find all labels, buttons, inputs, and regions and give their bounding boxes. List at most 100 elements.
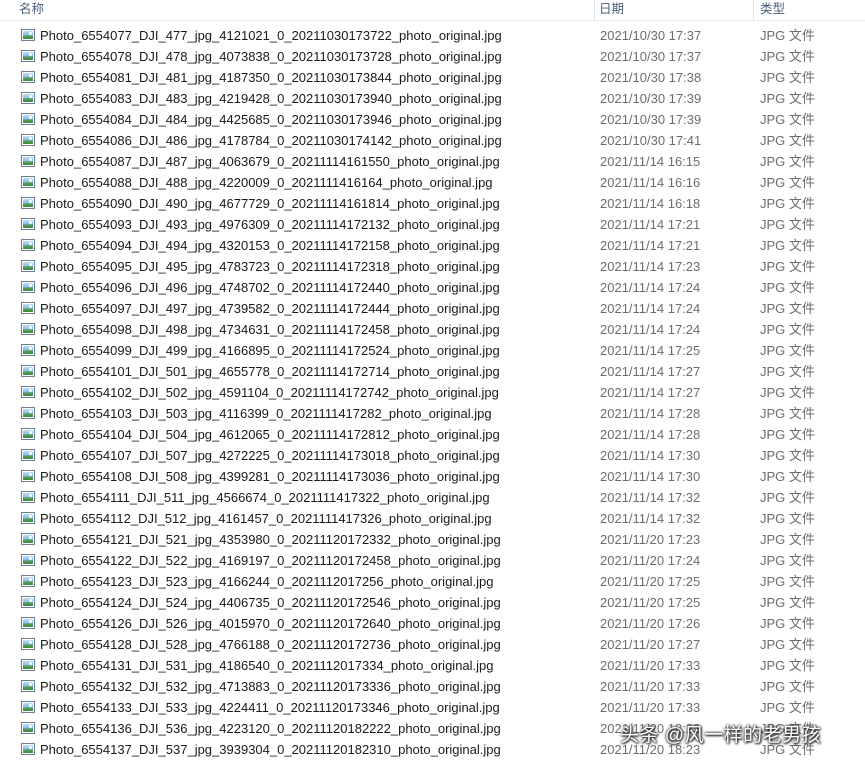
file-name: Photo_6554108_DJI_508_jpg_4399281_0_2021… — [40, 469, 500, 484]
file-type: JPG 文件 — [760, 469, 815, 484]
file-type: JPG 文件 — [760, 154, 815, 169]
file-date: 2021/11/14 17:23 — [600, 259, 701, 274]
file-name: Photo_6554103_DJI_503_jpg_4116399_0_2021… — [40, 406, 492, 421]
jpg-file-icon — [21, 71, 35, 83]
file-row[interactable]: Photo_6554133_DJI_533_jpg_4224411_0_2021… — [0, 698, 865, 719]
file-name: Photo_6554137_DJI_537_jpg_3939304_0_2021… — [40, 742, 501, 757]
file-row[interactable]: Photo_6554121_DJI_521_jpg_4353980_0_2021… — [0, 530, 865, 551]
file-row[interactable]: Photo_6554081_DJI_481_jpg_4187350_0_2021… — [0, 68, 865, 89]
column-header-date[interactable]: 日期 — [595, 0, 753, 20]
jpg-file-icon — [21, 470, 35, 482]
file-date: 2021/11/20 17:33 — [600, 700, 701, 715]
file-type: JPG 文件 — [760, 385, 815, 400]
file-date: 2021/11/14 17:24 — [600, 301, 701, 316]
file-date: 2021/11/20 17:23 — [600, 532, 701, 547]
file-type: JPG 文件 — [760, 448, 815, 463]
file-row[interactable]: Photo_6554093_DJI_493_jpg_4976309_0_2021… — [0, 215, 865, 236]
file-type: JPG 文件 — [760, 70, 815, 85]
file-type: JPG 文件 — [760, 658, 815, 673]
file-type: JPG 文件 — [760, 28, 815, 43]
file-row[interactable]: Photo_6554078_DJI_478_jpg_4073838_0_2021… — [0, 47, 865, 68]
file-date: 2021/11/14 17:27 — [600, 385, 701, 400]
file-name: Photo_6554104_DJI_504_jpg_4612065_0_2021… — [40, 427, 500, 442]
file-type: JPG 文件 — [760, 616, 815, 631]
jpg-file-icon — [21, 155, 35, 167]
file-row[interactable]: Photo_6554124_DJI_524_jpg_4406735_0_2021… — [0, 593, 865, 614]
file-row[interactable]: Photo_6554104_DJI_504_jpg_4612065_0_2021… — [0, 425, 865, 446]
file-type: JPG 文件 — [760, 490, 815, 505]
jpg-file-icon — [21, 134, 35, 146]
file-type: JPG 文件 — [760, 280, 815, 295]
file-type: JPG 文件 — [760, 238, 815, 253]
file-name: Photo_6554107_DJI_507_jpg_4272225_0_2021… — [40, 448, 500, 463]
file-row[interactable]: Photo_6554111_DJI_511_jpg_4566674_0_2021… — [0, 488, 865, 509]
file-row[interactable]: Photo_6554122_DJI_522_jpg_4169197_0_2021… — [0, 551, 865, 572]
file-type: JPG 文件 — [760, 259, 815, 274]
file-name: Photo_6554088_DJI_488_jpg_4220009_0_2021… — [40, 175, 493, 190]
file-date: 2021/10/30 17:38 — [600, 70, 702, 85]
jpg-file-icon — [21, 449, 35, 461]
file-row[interactable]: Photo_6554088_DJI_488_jpg_4220009_0_2021… — [0, 173, 865, 194]
file-row[interactable]: Photo_6554131_DJI_531_jpg_4186540_0_2021… — [0, 656, 865, 677]
file-row[interactable]: Photo_6554123_DJI_523_jpg_4166244_0_2021… — [0, 572, 865, 593]
file-row[interactable]: Photo_6554107_DJI_507_jpg_4272225_0_2021… — [0, 446, 865, 467]
file-row[interactable]: Photo_6554098_DJI_498_jpg_4734631_0_2021… — [0, 320, 865, 341]
file-date: 2021/10/30 17:37 — [600, 28, 702, 43]
file-name: Photo_6554128_DJI_528_jpg_4766188_0_2021… — [40, 637, 501, 652]
jpg-file-icon — [21, 575, 35, 587]
file-name: Photo_6554078_DJI_478_jpg_4073838_0_2021… — [40, 49, 502, 64]
jpg-file-icon — [21, 344, 35, 356]
jpg-file-icon — [21, 554, 35, 566]
file-date: 2021/11/14 17:21 — [600, 238, 701, 253]
jpg-file-icon — [21, 113, 35, 125]
column-header-type[interactable]: 类型 — [756, 0, 865, 20]
file-row[interactable]: Photo_6554095_DJI_495_jpg_4783723_0_2021… — [0, 257, 865, 278]
file-date: 2021/11/20 17:25 — [600, 574, 701, 589]
file-row[interactable]: Photo_6554087_DJI_487_jpg_4063679_0_2021… — [0, 152, 865, 173]
file-date: 2021/11/14 16:18 — [600, 196, 701, 211]
column-separator[interactable] — [753, 0, 754, 20]
file-row[interactable]: Photo_6554090_DJI_490_jpg_4677729_0_2021… — [0, 194, 865, 215]
column-header-bar: 名称 日期 类型 — [0, 0, 865, 21]
file-type: JPG 文件 — [760, 595, 815, 610]
file-row[interactable]: Photo_6554112_DJI_512_jpg_4161457_0_2021… — [0, 509, 865, 530]
file-row[interactable]: Photo_6554108_DJI_508_jpg_4399281_0_2021… — [0, 467, 865, 488]
file-name: Photo_6554101_DJI_501_jpg_4655778_0_2021… — [40, 364, 500, 379]
file-name: Photo_6554090_DJI_490_jpg_4677729_0_2021… — [40, 196, 500, 211]
jpg-file-icon — [21, 29, 35, 41]
file-row[interactable]: Photo_6554102_DJI_502_jpg_4591104_0_2021… — [0, 383, 865, 404]
file-date: 2021/11/14 17:21 — [600, 217, 701, 232]
file-row[interactable]: Photo_6554084_DJI_484_jpg_4425685_0_2021… — [0, 110, 865, 131]
file-row[interactable]: Photo_6554077_DJI_477_jpg_4121021_0_2021… — [0, 26, 865, 47]
file-row[interactable]: Photo_6554097_DJI_497_jpg_4739582_0_2021… — [0, 299, 865, 320]
file-date: 2021/11/14 17:28 — [600, 427, 701, 442]
file-type: JPG 文件 — [760, 532, 815, 547]
column-header-name[interactable]: 名称 — [15, 0, 595, 20]
file-date: 2021/11/14 17:24 — [600, 322, 701, 337]
file-name: Photo_6554095_DJI_495_jpg_4783723_0_2021… — [40, 259, 500, 274]
file-date: 2021/11/14 17:32 — [600, 511, 701, 526]
file-date: 2021/11/14 17:24 — [600, 280, 701, 295]
file-row[interactable]: Photo_6554101_DJI_501_jpg_4655778_0_2021… — [0, 362, 865, 383]
file-date: 2021/11/20 17:33 — [600, 679, 701, 694]
file-date: 2021/10/30 17:39 — [600, 112, 702, 127]
file-row[interactable]: Photo_6554083_DJI_483_jpg_4219428_0_2021… — [0, 89, 865, 110]
file-type: JPG 文件 — [760, 175, 815, 190]
file-list: Photo_6554077_DJI_477_jpg_4121021_0_2021… — [0, 26, 865, 761]
jpg-file-icon — [21, 701, 35, 713]
file-row[interactable]: Photo_6554096_DJI_496_jpg_4748702_0_2021… — [0, 278, 865, 299]
file-row[interactable]: Photo_6554099_DJI_499_jpg_4166895_0_2021… — [0, 341, 865, 362]
file-row[interactable]: Photo_6554103_DJI_503_jpg_4116399_0_2021… — [0, 404, 865, 425]
jpg-file-icon — [21, 50, 35, 62]
file-name: Photo_6554131_DJI_531_jpg_4186540_0_2021… — [40, 658, 494, 673]
file-row[interactable]: Photo_6554086_DJI_486_jpg_4178784_0_2021… — [0, 131, 865, 152]
file-row[interactable]: Photo_6554132_DJI_532_jpg_4713883_0_2021… — [0, 677, 865, 698]
file-row[interactable]: Photo_6554128_DJI_528_jpg_4766188_0_2021… — [0, 635, 865, 656]
file-row[interactable]: Photo_6554126_DJI_526_jpg_4015970_0_2021… — [0, 614, 865, 635]
jpg-file-icon — [21, 659, 35, 671]
file-name: Photo_6554123_DJI_523_jpg_4166244_0_2021… — [40, 574, 494, 589]
jpg-file-icon — [21, 386, 35, 398]
jpg-file-icon — [21, 491, 35, 503]
file-row[interactable]: Photo_6554094_DJI_494_jpg_4320153_0_2021… — [0, 236, 865, 257]
file-name: Photo_6554132_DJI_532_jpg_4713883_0_2021… — [40, 679, 501, 694]
